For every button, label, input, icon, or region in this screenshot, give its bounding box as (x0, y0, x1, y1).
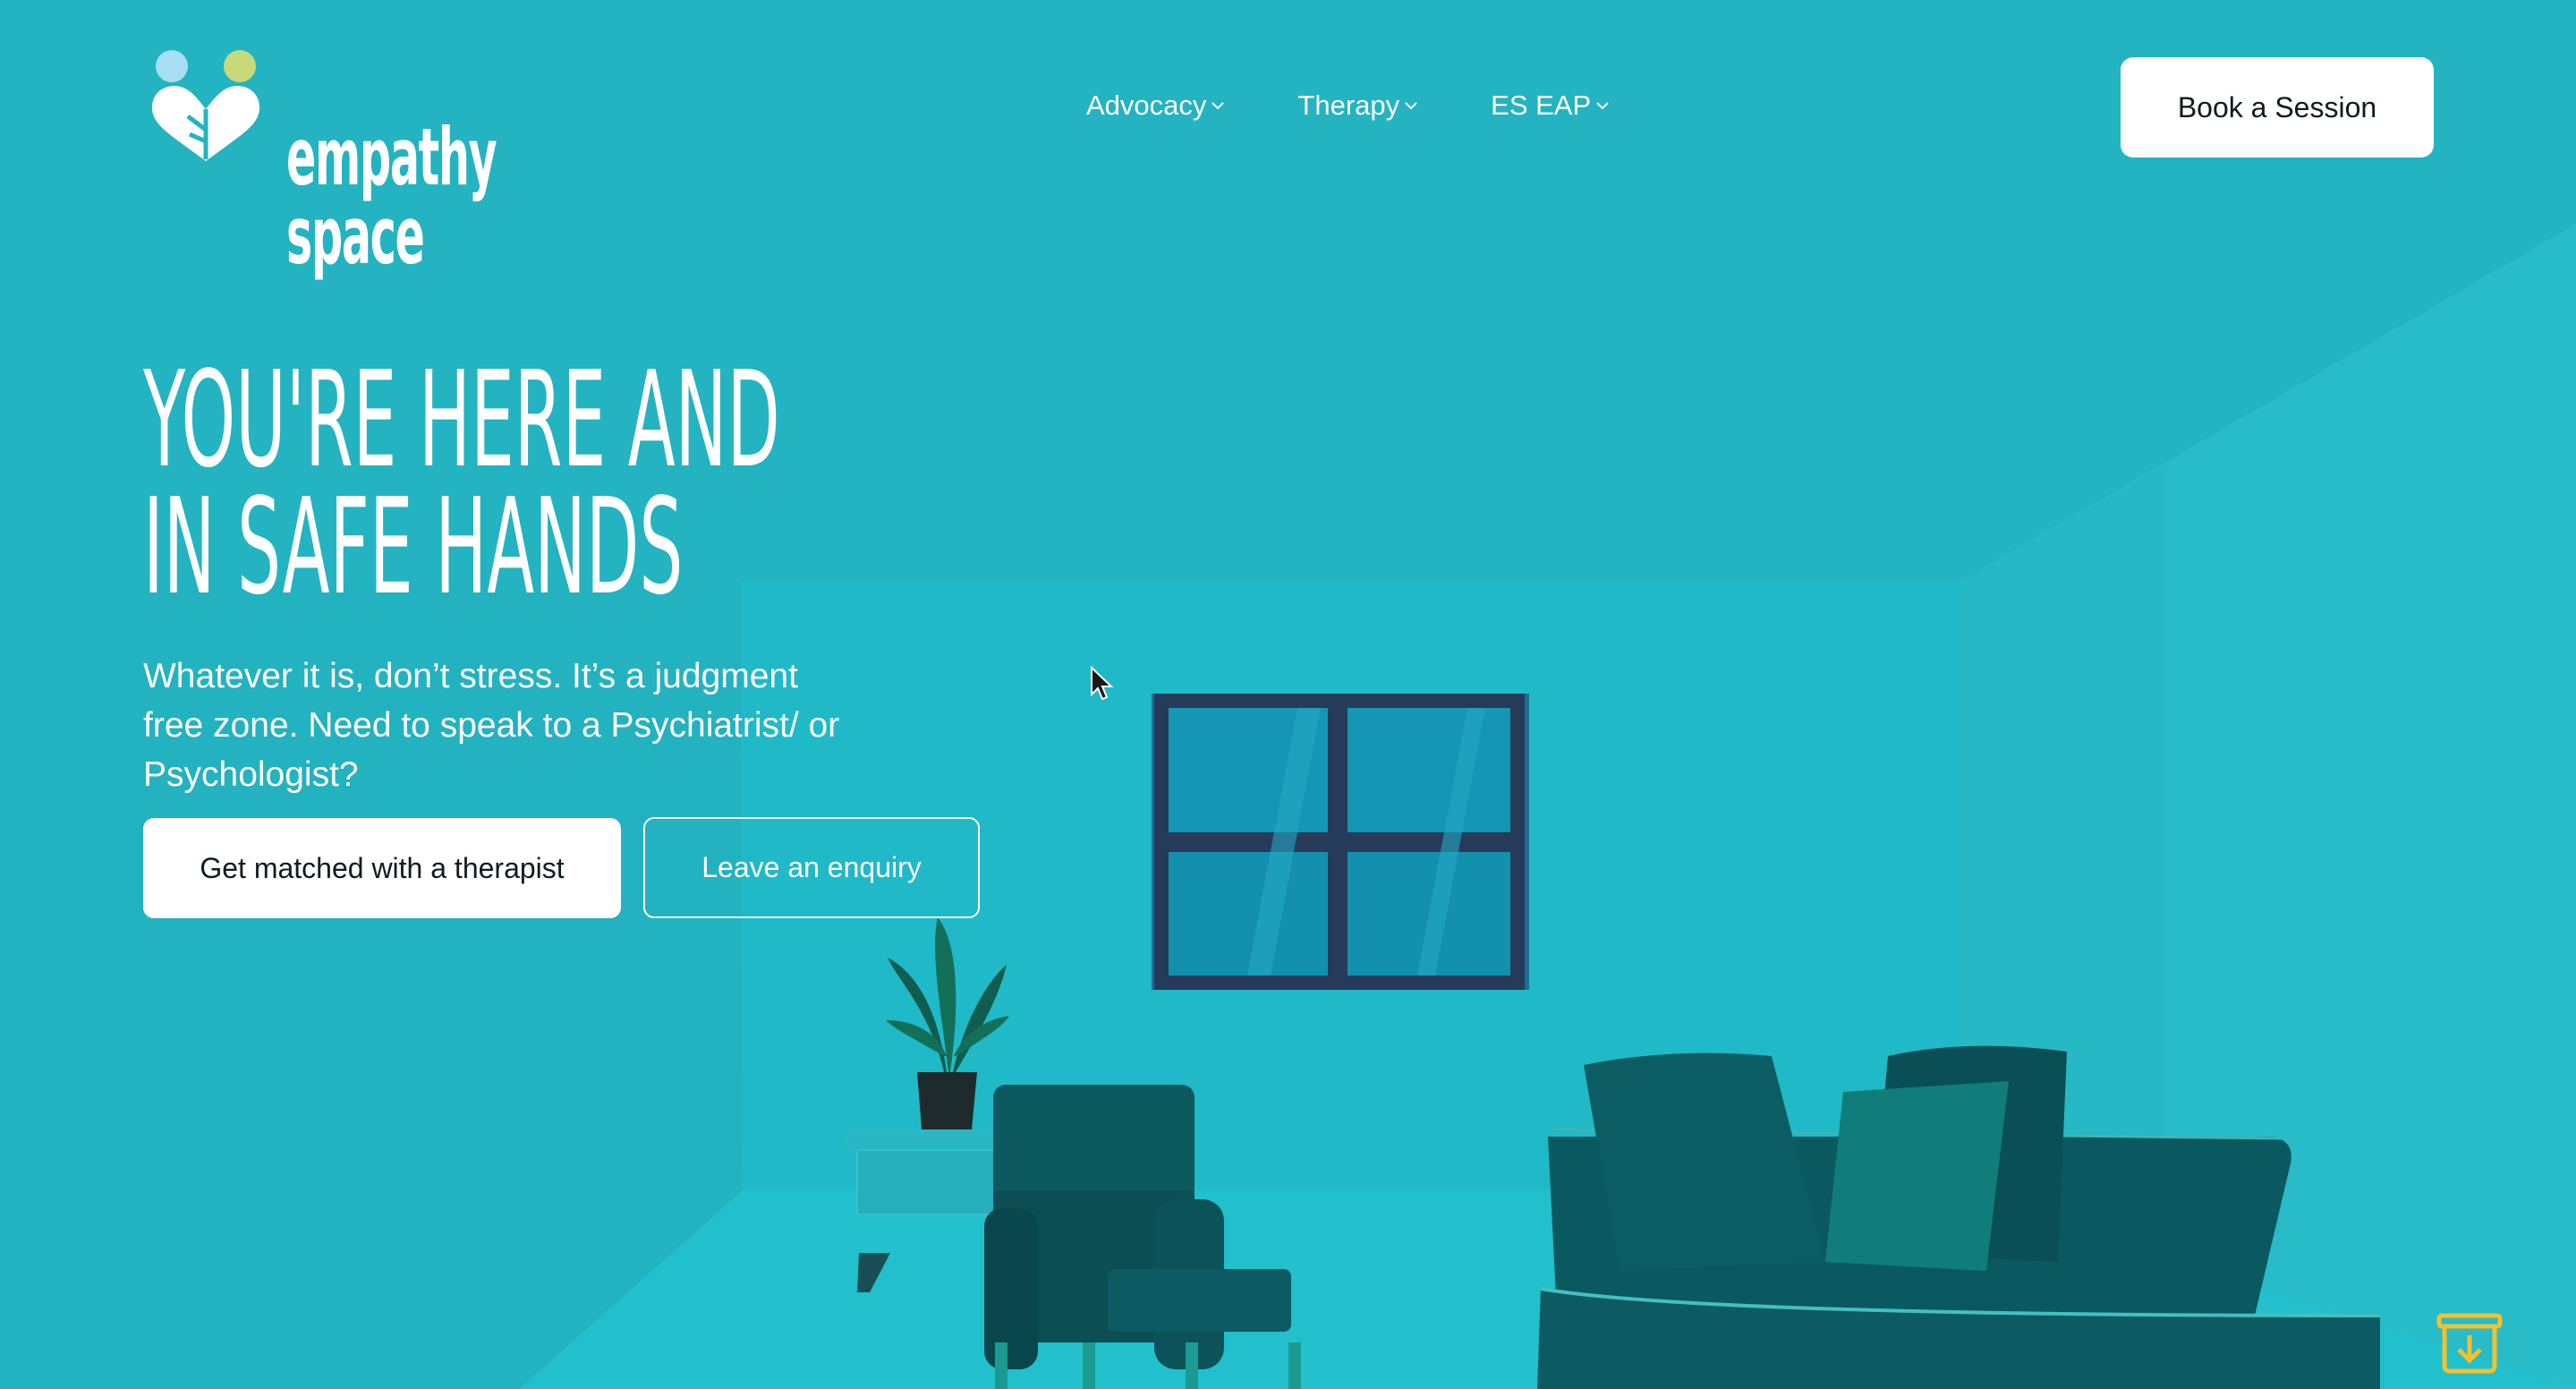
hero-title-line-2: IN SAFE HANDS (143, 470, 684, 624)
nav-item-label: Therapy (1297, 89, 1400, 121)
get-matched-button[interactable]: Get matched with a therapist (143, 818, 621, 918)
window-illustration (1152, 694, 1529, 990)
chevron-down-icon (1405, 102, 1417, 110)
nav-item-advocacy[interactable]: Advocacy (1086, 89, 1226, 122)
main-nav: Advocacy Therapy ES EAP (1086, 89, 1682, 122)
nav-item-therapy[interactable]: Therapy (1297, 89, 1419, 122)
download-box-icon[interactable] (2436, 1312, 2504, 1375)
nav-item-es-eap[interactable]: ES EAP (1491, 89, 1611, 122)
chevron-down-icon (1596, 102, 1609, 110)
pointer-arrow-icon (1091, 666, 1114, 701)
site-header: empathy space Advocacy Therapy ES EAP Bo… (0, 0, 2576, 276)
logo[interactable]: empathy space (143, 45, 608, 276)
book-session-button[interactable]: Book a Session (2121, 57, 2434, 158)
leave-enquiry-button[interactable]: Leave an enquiry (643, 817, 980, 918)
hero-subtitle: Whatever it is, don’t stress. It’s a jud… (143, 657, 840, 794)
logo-wordmark: empathy space (286, 111, 497, 282)
nav-item-label: ES EAP (1491, 89, 1592, 121)
hero-title: YOU'RE HERE AND IN SAFE HANDS (143, 354, 780, 613)
logo-mark-icon (152, 50, 259, 161)
chevron-down-icon (1211, 102, 1225, 110)
nav-item-label: Advocacy (1086, 89, 1207, 121)
